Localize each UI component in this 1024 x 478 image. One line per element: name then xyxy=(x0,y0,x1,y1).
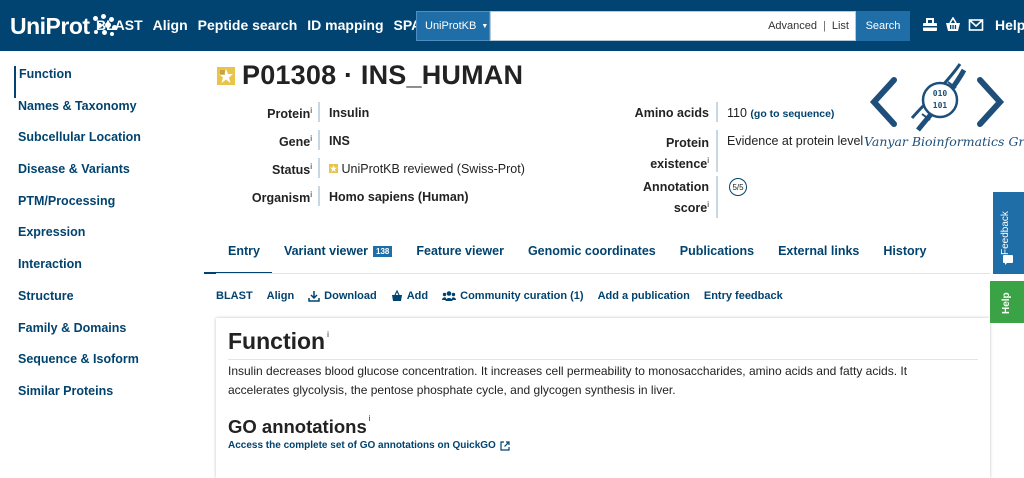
tab-genomic-coordinates[interactable]: Genomic coordinates xyxy=(528,236,656,274)
divider xyxy=(716,176,718,218)
download-icon xyxy=(308,291,320,302)
organism-link[interactable]: Homo sapiens (Human) xyxy=(329,190,469,204)
protein-existence-label: Protein existencei xyxy=(650,136,709,172)
add-button[interactable]: Add xyxy=(391,290,428,302)
divider xyxy=(318,130,320,150)
entry-feedback-button[interactable]: Entry feedback xyxy=(704,290,783,302)
search-box: Advanced | List xyxy=(490,11,856,41)
divider xyxy=(716,102,718,122)
sidebar-item-similar-proteins[interactable]: Similar Proteins xyxy=(14,383,204,415)
download-button[interactable]: Download xyxy=(308,290,377,302)
amino-acids-label: Amino acids xyxy=(634,106,709,120)
status-label: Statusi xyxy=(272,162,312,178)
sidebar-item-disease-variants[interactable]: Disease & Variants xyxy=(14,161,204,193)
go-annotations-heading: GO annotations i xyxy=(228,414,371,437)
status-text: UniProtKB reviewed (Swiss-Prot) xyxy=(341,162,525,176)
reviewed-star-icon xyxy=(217,66,235,85)
nav-blast[interactable]: BLAST xyxy=(96,17,143,33)
sidebar-item-function[interactable]: Function xyxy=(14,66,204,98)
protein-value: Insulin xyxy=(329,106,370,120)
variant-count-badge: 138 xyxy=(373,246,393,257)
top-navigation-bar: UniProt BLAST Align Peptide search ID ma… xyxy=(0,0,1024,51)
protein-existence-value: Evidence at protein level xyxy=(727,134,864,148)
tabs-divider xyxy=(216,273,990,274)
annotation-score-label: Annotation scorei xyxy=(643,180,709,216)
search-input[interactable] xyxy=(491,12,761,40)
help-label: Help xyxy=(1001,292,1012,314)
logo-text: UniProt xyxy=(10,12,90,39)
feedback-label: Feedback xyxy=(1000,211,1011,255)
nav-peptide-search[interactable]: Peptide search xyxy=(198,17,298,33)
gene-label: Genei xyxy=(278,134,312,150)
separator: | xyxy=(823,20,826,32)
sidebar-item-family-domains[interactable]: Family & Domains xyxy=(14,320,204,352)
advanced-search-link[interactable]: Advanced xyxy=(768,20,817,32)
status-value: UniProtKB reviewed (Swiss-Prot) xyxy=(329,162,525,176)
amino-acids-count: 110 xyxy=(727,106,747,120)
gene-value: INS xyxy=(329,134,350,148)
blast-button[interactable]: BLAST xyxy=(216,290,253,302)
tab-publications[interactable]: Publications xyxy=(680,236,754,274)
feedback-side-tab[interactable]: Feedback xyxy=(993,192,1024,274)
main-nav: BLAST Align Peptide search ID mapping SP… xyxy=(96,17,461,33)
basket-icon xyxy=(391,290,402,301)
divider xyxy=(318,186,320,206)
nav-align[interactable]: Align xyxy=(153,17,188,33)
basket-icon[interactable] xyxy=(922,17,938,33)
nav-id-mapping[interactable]: ID mapping xyxy=(307,17,383,33)
divider xyxy=(318,102,320,122)
organism-label: Organismi xyxy=(251,190,312,206)
sidebar-item-ptm-processing[interactable]: PTM/Processing xyxy=(14,193,204,225)
database-select-value: UniProtKB xyxy=(425,20,477,32)
external-link-icon xyxy=(500,440,510,451)
annotation-score-badge: 5/5 xyxy=(729,178,747,196)
list-search-link[interactable]: List xyxy=(832,20,849,32)
caret-down-icon: ▼ xyxy=(481,22,489,30)
users-icon xyxy=(442,291,457,301)
function-card: Function i Insulin decreases blood glucos… xyxy=(216,318,990,478)
cart-icon[interactable] xyxy=(945,17,961,33)
search-button[interactable]: Search xyxy=(856,11,910,41)
tab-feature-viewer[interactable]: Feature viewer xyxy=(416,236,504,274)
watermark-text: Vanyar Bioinformatics Group xyxy=(864,134,1024,149)
tab-history[interactable]: History xyxy=(883,236,926,274)
go-to-sequence-link[interactable]: (go to sequence) xyxy=(750,108,834,120)
help-side-tab[interactable]: Help xyxy=(990,281,1024,323)
tab-variant-viewer[interactable]: Variant viewer 138 xyxy=(284,236,393,274)
sidebar-item-subcellular-location[interactable]: Subcellular Location xyxy=(14,129,204,161)
sidebar-item-names-taxonomy[interactable]: Names & Taxonomy xyxy=(14,98,204,130)
function-divider xyxy=(228,359,978,360)
mail-icon[interactable] xyxy=(968,17,984,33)
entry-toolbar: BLAST Align Download Add Community curat… xyxy=(216,290,797,302)
page-title: P01308 · INS_HUMAN xyxy=(242,60,524,90)
sidebar-item-structure[interactable]: Structure xyxy=(14,288,204,320)
top-icons: Help xyxy=(922,17,1024,33)
sidebar-item-sequence-isoform[interactable]: Sequence & Isoform xyxy=(14,351,204,383)
sidebar: Function Names & Taxonomy Subcellular Lo… xyxy=(14,66,204,415)
divider xyxy=(716,130,718,172)
quickgo-link[interactable]: Access the complete set of GO annotation… xyxy=(228,440,510,451)
search-links: Advanced | List xyxy=(768,20,849,32)
sidebar-item-interaction[interactable]: Interaction xyxy=(14,256,204,288)
divider xyxy=(318,158,320,178)
entry-title-row: P01308 · INS_HUMAN xyxy=(216,60,523,91)
add-publication-button[interactable]: Add a publication xyxy=(598,290,690,302)
function-description: Insulin decreases blood glucose concentr… xyxy=(228,364,908,397)
tab-entry[interactable]: Entry xyxy=(204,236,272,274)
tab-external-links[interactable]: External links xyxy=(778,236,859,274)
chat-icon xyxy=(1003,255,1013,265)
database-select[interactable]: UniProtKB ▼ xyxy=(416,11,490,41)
dna-bits-bottom: 101 xyxy=(933,101,948,110)
protein-label: Proteini xyxy=(267,106,312,122)
help-link[interactable]: Help xyxy=(995,17,1024,33)
annotation-score-value: 5/5 xyxy=(729,178,747,196)
sidebar-item-expression[interactable]: Expression xyxy=(14,224,204,256)
community-curation-button[interactable]: Community curation (1) xyxy=(442,290,584,302)
reviewed-star-icon xyxy=(329,164,338,173)
entry-tabs: Entry Variant viewer 138 Feature viewer G… xyxy=(204,236,950,274)
function-heading: Function i xyxy=(228,328,329,354)
amino-acids-value: 110 (go to sequence) xyxy=(727,106,834,120)
align-button[interactable]: Align xyxy=(267,290,295,302)
dna-bits-top: 010 xyxy=(933,89,948,98)
